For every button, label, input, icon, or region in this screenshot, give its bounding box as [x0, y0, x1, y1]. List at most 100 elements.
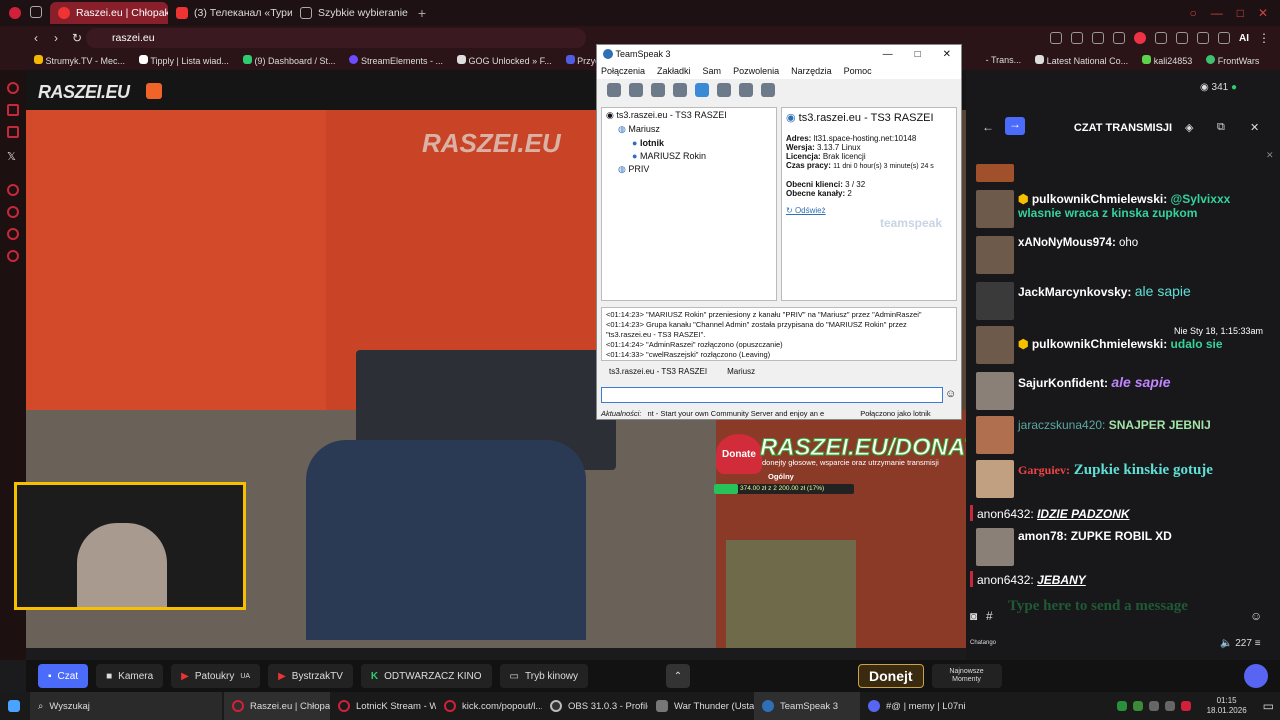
pin-icon[interactable] [1071, 32, 1083, 44]
tray-icon[interactable] [1148, 701, 1159, 711]
mic-icon[interactable] [695, 83, 709, 97]
bookmark-item[interactable]: StreamElements - ... [349, 54, 443, 66]
ts-menu-item[interactable]: Sam [703, 66, 722, 76]
away-icon[interactable] [673, 83, 687, 97]
discord-icon[interactable]: ◈ [1185, 121, 1193, 134]
najnowsze-momenty-button[interactable]: Najnowsze Momenty [931, 664, 1002, 688]
ts-close-icon[interactable]: ✕ [943, 49, 951, 60]
ts-menu-item[interactable]: Połączenia [601, 66, 645, 76]
chat-close-icon[interactable]: ✕ [1250, 121, 1259, 134]
ts-user-mariusz-rokin[interactable]: ● MARIUSZ Rokin [606, 151, 772, 161]
bookmark-item[interactable]: Strumyk.TV - Mec... [34, 54, 125, 66]
x-icon[interactable]: 𝕏 [7, 150, 16, 163]
ts-refresh-link[interactable]: ↻ Odśwież [786, 206, 952, 215]
tray-icon[interactable] [1180, 701, 1191, 711]
bookmark-item[interactable]: - Trans... [986, 55, 1022, 65]
ts-maximize-icon[interactable]: □ [915, 49, 921, 60]
start-icon[interactable] [0, 692, 30, 720]
reload-icon[interactable]: ↻ [72, 31, 82, 45]
sidebar-icon[interactable] [7, 82, 19, 94]
tab-telekanal[interactable]: (3) Телеканал «Турик и К [168, 2, 292, 24]
ts-user-lotnik[interactable]: ● lotnik [606, 138, 772, 148]
permissions-icon[interactable] [761, 83, 775, 97]
taskbar-app[interactable]: War Thunder (Usta... [648, 692, 754, 720]
menu-icon[interactable]: ⋮ [1258, 31, 1270, 45]
minimize-icon[interactable]: — [1211, 6, 1223, 20]
new-tab-button[interactable]: + [412, 5, 432, 21]
chat-message-input[interactable]: Type here to send a message [1008, 598, 1244, 620]
notification-icon[interactable]: ▭ [1263, 699, 1274, 713]
ts-chat-input[interactable] [601, 387, 943, 403]
donate-banner[interactable]: Donate RASZEI.EU/DONATE donejty głosowe,… [712, 420, 995, 500]
sidebar-icon[interactable] [7, 126, 19, 138]
bookmark-item[interactable]: FrontWars [1206, 54, 1259, 66]
ts-server-node[interactable]: ◉ ts3.raszei.eu - TS3 RASZEI [606, 110, 772, 121]
camera-upload-icon[interactable]: ◙ [970, 609, 977, 623]
tab-menu-icon[interactable] [30, 5, 50, 21]
close-icon[interactable]: ✕ [1258, 6, 1268, 20]
kino-button[interactable]: K ODTWARZACZ KINO [360, 664, 492, 688]
url-input[interactable]: raszei.eu [86, 28, 586, 48]
forward-icon[interactable]: › [54, 31, 58, 45]
opera-icon[interactable] [0, 7, 30, 19]
screenshot-icon[interactable] [1092, 32, 1104, 44]
chat-button[interactable]: ▪ Czat [38, 664, 89, 688]
ts-emoji-icon[interactable]: ☺ [945, 388, 956, 400]
tray-icon[interactable] [1116, 701, 1127, 711]
sidebar-icon[interactable] [7, 104, 19, 116]
tray-icon[interactable] [1132, 701, 1143, 711]
rss-icon[interactable] [146, 83, 162, 99]
settings-icon[interactable] [7, 250, 19, 262]
maximize-icon[interactable]: □ [1237, 6, 1244, 20]
bookmark-item[interactable]: (9) Dashboard / St... [242, 54, 335, 66]
sidebar-icon[interactable] [7, 184, 19, 196]
ts-tab-channel[interactable]: Mariusz [727, 367, 755, 376]
ai-button[interactable]: AI [1239, 33, 1249, 44]
camera-button[interactable]: ■ Kamera [96, 664, 164, 688]
taskbar-app[interactable]: #@ | memy | L07ni... [860, 692, 966, 720]
taskbar-clock[interactable]: 01:15 18.01.2026 [1207, 696, 1247, 716]
ts-minimize-icon[interactable]: — [883, 49, 893, 60]
heart-icon[interactable] [1134, 32, 1146, 44]
download-icon[interactable] [1197, 32, 1209, 44]
bystrzak-button[interactable]: ▶ BystrzakTV [268, 664, 353, 688]
hashtag-icon[interactable]: # [986, 609, 993, 623]
extensions-icon[interactable] [1155, 32, 1167, 44]
search-tabs-icon[interactable]: ○ [1189, 6, 1196, 20]
discord-floating-icon[interactable] [1244, 664, 1268, 688]
back-icon[interactable]: ‹ [34, 31, 38, 45]
popout-icon[interactable]: ⧉ [1217, 121, 1225, 134]
ts-channel-mariusz[interactable]: ◍ Mariusz [606, 124, 772, 135]
chatango-link[interactable]: Chatango [970, 640, 996, 646]
taskbar-search[interactable]: ⌕ Wyszukaj [30, 692, 222, 720]
taskbar-app[interactable]: TeamSpeak 3 [754, 692, 860, 720]
bookmark-icon[interactable] [629, 83, 643, 97]
ts-menu-item[interactable]: Pozwolenia [733, 66, 779, 76]
tray-icon[interactable] [1164, 701, 1175, 711]
ts-tab-server[interactable]: ts3.raszei.eu - TS3 RASZEI [609, 367, 707, 376]
bookmark-item[interactable]: Tipply | Lista wiad... [139, 54, 229, 66]
taskbar-app[interactable]: OBS 31.0.3 - Profile:... [542, 692, 648, 720]
tab-raszei[interactable]: Raszei.eu | Chłopaki z Ra [50, 2, 168, 24]
disconnect-icon[interactable] [651, 83, 665, 97]
ts-channel-priv[interactable]: ◍ PRIV [606, 164, 772, 175]
share-icon[interactable] [1176, 32, 1188, 44]
tab-speed-dial[interactable]: Szybkie wybieranie [292, 2, 412, 24]
collapse-button[interactable]: ⌃ [665, 664, 690, 688]
taskbar-app[interactable]: LotnicK Stream - W... [330, 692, 436, 720]
volume-control[interactable]: 🔈 227 ≡ [1220, 638, 1261, 649]
donejt-button[interactable]: Donejt [857, 664, 924, 688]
ts-menu-item[interactable]: Narzędzia [791, 66, 832, 76]
connect-icon[interactable] [607, 83, 621, 97]
wallet-icon[interactable] [1218, 32, 1230, 44]
emoji-icon[interactable]: ☺ [1250, 609, 1262, 623]
chat-dismiss-icon[interactable]: ✕ [1266, 150, 1274, 161]
taskbar-app[interactable]: kick.com/popout/l... [436, 692, 542, 720]
ts-menu-item[interactable]: Zakładki [657, 66, 691, 76]
bookmark-item[interactable]: Latest National Co... [1035, 54, 1128, 66]
bookmark-item[interactable]: kali24853 [1142, 54, 1192, 66]
site-logo[interactable]: RASZEI.EU [38, 82, 130, 103]
speaker-icon[interactable] [717, 83, 731, 97]
taskbar-app[interactable]: Raszei.eu | Chłopak... [224, 692, 330, 720]
bookmark-item[interactable]: GOG Unlocked » F... [457, 54, 552, 66]
